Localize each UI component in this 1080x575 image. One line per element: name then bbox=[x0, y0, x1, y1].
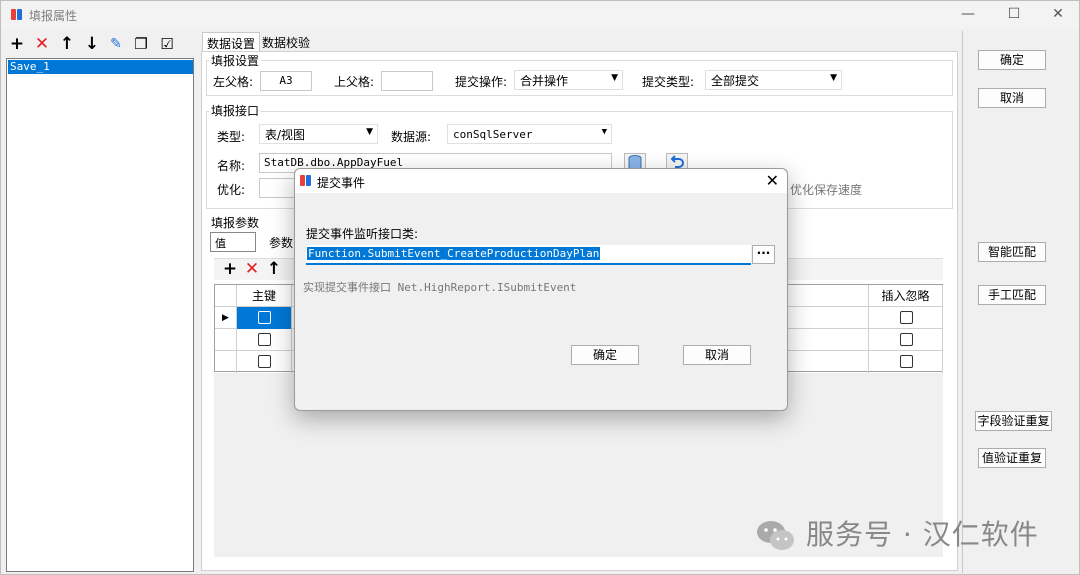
datasource-value: conSqlServer bbox=[453, 128, 533, 141]
dialog-hint: 实现提交事件接口 Net.HighReport.ISubmitEvent bbox=[303, 281, 577, 294]
type-label: 类型: bbox=[217, 130, 246, 144]
dialog-cancel-button[interactable]: 取消 bbox=[683, 345, 751, 365]
manual-match-button[interactable]: 手工匹配 bbox=[978, 285, 1046, 305]
submit-type-label: 提交类型: bbox=[642, 75, 695, 89]
listener-value: Function.SubmitEvent_CreateProductionDay… bbox=[307, 247, 601, 260]
tab-value[interactable]: 值 bbox=[210, 232, 256, 252]
ignore-checkbox[interactable] bbox=[900, 355, 913, 368]
smart-match-button[interactable]: 智能匹配 bbox=[978, 242, 1046, 262]
minimize-button[interactable]: — bbox=[945, 1, 991, 29]
datasource-label: 数据源: bbox=[391, 130, 432, 144]
left-parent-input[interactable]: A3 bbox=[260, 71, 312, 91]
field-dup-button[interactable]: 字段验证重复 bbox=[975, 411, 1052, 431]
fill-params-title: 填报参数 bbox=[209, 214, 262, 231]
close-icon[interactable]: ✕ bbox=[766, 171, 779, 190]
optimize-input[interactable] bbox=[259, 178, 299, 198]
dialog-title: 提交事件 bbox=[317, 176, 366, 190]
copy-icon[interactable]: ❐ bbox=[131, 34, 151, 54]
key-checkbox[interactable] bbox=[258, 311, 271, 324]
key-checkbox[interactable] bbox=[258, 333, 271, 346]
type-select[interactable]: 表/视图 ▼ bbox=[259, 124, 378, 144]
datasource-select[interactable]: conSqlServer ▼ bbox=[447, 124, 612, 144]
submit-type-select[interactable]: 全部提交 ▼ bbox=[705, 70, 842, 90]
key-checkbox[interactable] bbox=[258, 355, 271, 368]
add-icon[interactable]: + bbox=[220, 259, 240, 279]
ok-button[interactable]: 确定 bbox=[978, 50, 1046, 70]
key-cell[interactable] bbox=[237, 351, 292, 373]
main-window: 填报属性 — ☐ ✕ + ✕ ↑ ↓ ✎ ❐ ☑ Save_1 数据设置 数据校… bbox=[0, 0, 1080, 575]
chevron-down-icon: ▼ bbox=[601, 127, 607, 137]
window-title: 填报属性 bbox=[29, 9, 78, 23]
fill-settings-title: 填报设置 bbox=[209, 52, 262, 69]
check-icon[interactable]: ☑ bbox=[157, 34, 177, 54]
delete-icon[interactable]: ✕ bbox=[32, 34, 52, 54]
up-parent-input[interactable] bbox=[381, 71, 433, 91]
tab-data-validation[interactable]: 数据校验 bbox=[258, 32, 314, 52]
dialog-ok-button[interactable]: 确定 bbox=[571, 345, 639, 365]
row-header-cell bbox=[215, 351, 237, 373]
delete-icon[interactable]: ✕ bbox=[242, 259, 262, 279]
wechat-logo-icon bbox=[757, 521, 794, 550]
dialog-title-bar: 提交事件 ✕ bbox=[295, 169, 787, 193]
listener-input[interactable]: Function.SubmitEvent_CreateProductionDay… bbox=[306, 245, 751, 265]
close-button[interactable]: ✕ bbox=[1035, 1, 1080, 29]
submit-type-value: 全部提交 bbox=[711, 74, 760, 88]
up-parent-label: 上父格: bbox=[334, 75, 375, 89]
key-cell[interactable] bbox=[237, 307, 292, 329]
optimize-hint: 优化保存速度 bbox=[790, 183, 863, 197]
right-panel: 确定 取消 智能匹配 手工匹配 字段验证重复 值验证重复 bbox=[962, 31, 1079, 573]
ignore-checkbox[interactable] bbox=[900, 333, 913, 346]
move-up-icon[interactable]: ↑ bbox=[57, 34, 77, 54]
move-down-icon[interactable]: ↓ bbox=[82, 34, 102, 54]
type-value: 表/视图 bbox=[265, 128, 306, 142]
value-dup-button[interactable]: 值验证重复 bbox=[978, 448, 1046, 468]
submit-op-label: 提交操作: bbox=[455, 75, 508, 89]
row-indicator-icon: ▶ bbox=[215, 307, 237, 329]
chevron-down-icon: ▼ bbox=[611, 73, 618, 83]
col-key-header[interactable]: 主键 bbox=[237, 285, 292, 307]
key-cell[interactable] bbox=[237, 329, 292, 351]
ignore-cell[interactable] bbox=[868, 329, 943, 351]
save-list[interactable]: Save_1 bbox=[6, 58, 194, 572]
edit-icon[interactable]: ✎ bbox=[106, 34, 126, 54]
optimize-label: 优化: bbox=[217, 183, 246, 197]
submit-op-value: 合并操作 bbox=[520, 74, 569, 88]
cancel-button[interactable]: 取消 bbox=[978, 88, 1046, 108]
tab-param[interactable]: 参数 bbox=[269, 234, 293, 251]
row-header-cell bbox=[215, 329, 237, 351]
listener-label: 提交事件监听接口类: bbox=[306, 227, 419, 241]
chevron-down-icon: ▼ bbox=[366, 127, 373, 137]
ignore-checkbox[interactable] bbox=[900, 311, 913, 324]
app-logo-icon bbox=[300, 175, 311, 186]
ignore-cell[interactable] bbox=[868, 351, 943, 373]
app-logo-icon bbox=[11, 9, 22, 20]
col-ignore-header[interactable]: 插入忽略 bbox=[868, 285, 943, 307]
ignore-cell[interactable] bbox=[868, 307, 943, 329]
maximize-button[interactable]: ☐ bbox=[991, 1, 1037, 29]
left-toolbar: + ✕ ↑ ↓ ✎ ❐ ☑ bbox=[5, 32, 195, 56]
fill-interface-title: 填报接口 bbox=[209, 102, 262, 119]
watermark-text: 服务号 · 汉仁软件 bbox=[806, 518, 1039, 551]
submit-event-dialog: 提交事件 ✕ 提交事件监听接口类: Function.SubmitEvent_C… bbox=[294, 168, 788, 411]
move-up-icon[interactable]: ↑ bbox=[264, 259, 284, 279]
tab-data-settings[interactable]: 数据设置 bbox=[202, 32, 261, 52]
browse-button[interactable]: ··· bbox=[752, 245, 775, 264]
submit-op-select[interactable]: 合并操作 ▼ bbox=[514, 70, 623, 90]
name-label: 名称: bbox=[217, 159, 246, 173]
add-icon[interactable]: + bbox=[7, 34, 27, 54]
row-header-cell bbox=[215, 285, 237, 307]
title-bar: 填报属性 — ☐ ✕ bbox=[1, 1, 1079, 29]
list-item[interactable]: Save_1 bbox=[8, 60, 193, 74]
left-parent-label: 左父格: bbox=[213, 75, 254, 89]
chevron-down-icon: ▼ bbox=[830, 73, 837, 83]
